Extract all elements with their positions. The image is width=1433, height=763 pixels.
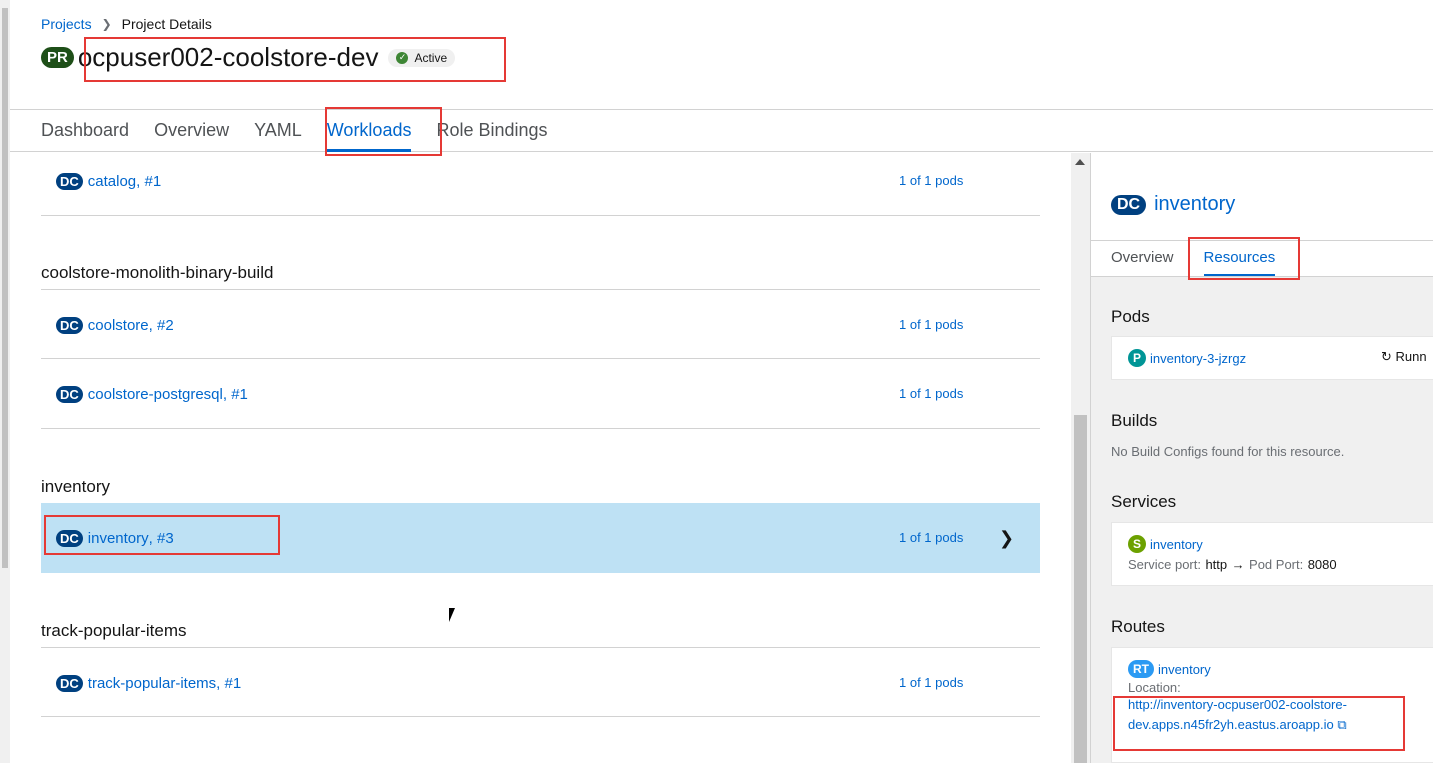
- chevron-right-icon[interactable]: ❯: [999, 503, 1014, 573]
- scroll-up-icon[interactable]: [1075, 159, 1085, 165]
- workload-name: DC coolstore-postgresql , #1: [56, 359, 248, 429]
- service-name-row: S inventory: [1128, 535, 1424, 553]
- workload-link-track-popular-items[interactable]: track-popular-items: [88, 675, 216, 692]
- left-scrollbar-thumb[interactable]: [2, 8, 8, 568]
- pods-link[interactable]: 1 of 1 pods: [899, 648, 963, 718]
- highlight-resources-tab: [1188, 237, 1300, 280]
- highlight-route-url: [1113, 696, 1405, 751]
- breadcrumb-projects-link[interactable]: Projects: [41, 16, 92, 32]
- pod-port-value: 8080: [1307, 557, 1337, 572]
- workload-revision[interactable]: , #1: [223, 386, 248, 403]
- dc-badge: DC: [56, 316, 83, 334]
- tab-yaml[interactable]: YAML: [254, 110, 302, 152]
- side-panel-title: DC inventory: [1111, 193, 1235, 216]
- pods-link[interactable]: 1 of 1 pods: [899, 503, 963, 573]
- service-link[interactable]: inventory: [1150, 537, 1203, 552]
- workload-name: DC catalog , #1: [56, 153, 161, 216]
- pods-link[interactable]: 1 of 1 pods: [899, 359, 963, 429]
- workload-revision[interactable]: , #1: [216, 675, 241, 692]
- sync-icon: ↻: [1381, 349, 1392, 364]
- main-scrollbar[interactable]: [1071, 153, 1090, 763]
- pod-link[interactable]: inventory-3-jzrgz: [1150, 351, 1246, 366]
- list-item[interactable]: DC coolstore , #2 1 of 1 pods: [41, 289, 1040, 359]
- route-location-label: Location:: [1128, 680, 1181, 695]
- side-tab-overview[interactable]: Overview: [1111, 241, 1174, 276]
- tab-dashboard[interactable]: Dashboard: [41, 110, 129, 152]
- section-heading-pods: Pods: [1111, 307, 1150, 326]
- service-port-value: http: [1205, 557, 1228, 572]
- service-card: S inventory Service port: http → Pod Por…: [1111, 522, 1433, 586]
- project-tabs: Dashboard Overview YAML Workloads Role B…: [10, 110, 1433, 152]
- section-heading-routes: Routes: [1111, 617, 1165, 636]
- project-badge: PR: [41, 47, 74, 68]
- builds-empty-text: No Build Configs found for this resource…: [1111, 444, 1345, 459]
- workload-revision[interactable]: , #2: [149, 317, 174, 334]
- route-link[interactable]: inventory: [1158, 662, 1211, 677]
- tab-overview[interactable]: Overview: [154, 110, 229, 152]
- side-panel-title-link[interactable]: inventory: [1154, 193, 1235, 216]
- group-title: track-popular-items: [41, 621, 187, 640]
- workload-revision[interactable]: , #1: [136, 173, 161, 190]
- pod-port-label: Pod Port:: [1249, 557, 1304, 572]
- service-port-label: Service port:: [1128, 557, 1201, 572]
- tab-role-bindings[interactable]: Role Bindings: [436, 110, 547, 152]
- route-badge: RT: [1128, 660, 1154, 678]
- highlight-project-title: [84, 37, 506, 82]
- chevron-right-icon: ❯: [101, 17, 112, 31]
- service-ports: Service port: http → Pod Port: 8080: [1128, 556, 1424, 574]
- list-item[interactable]: DC track-popular-items , #1 1 of 1 pods: [41, 647, 1040, 717]
- pod-status: ↻ Runn: [1381, 349, 1427, 365]
- breadcrumb: Projects ❯ Project Details: [41, 16, 212, 32]
- group-title: coolstore-monolith-binary-build: [41, 263, 274, 282]
- pods-link[interactable]: 1 of 1 pods: [899, 153, 963, 216]
- left-scrollbar[interactable]: [0, 0, 10, 763]
- workload-link-coolstore[interactable]: coolstore: [88, 317, 149, 334]
- service-badge: S: [1128, 535, 1147, 553]
- breadcrumb-current: Project Details: [121, 16, 212, 32]
- section-heading-builds: Builds: [1111, 411, 1158, 430]
- pod-badge: P: [1128, 349, 1147, 367]
- workloads-list: DC catalog , #1 1 of 1 pods coolstore-mo…: [10, 153, 1071, 763]
- dc-badge: DC: [1111, 194, 1147, 215]
- group-title: inventory: [41, 477, 110, 496]
- scrollbar-thumb[interactable]: [1074, 415, 1087, 763]
- highlight-workloads-tab: [325, 107, 442, 156]
- side-panel-body: Pods P inventory-3-jzrgz ↻ Runn Builds N…: [1091, 277, 1433, 763]
- dc-badge: DC: [56, 172, 83, 190]
- list-item[interactable]: DC catalog , #1 1 of 1 pods: [41, 153, 1040, 216]
- dc-badge: DC: [56, 674, 83, 692]
- workload-link-coolstore-postgresql[interactable]: coolstore-postgresql: [88, 386, 223, 403]
- mouse-cursor: [449, 608, 455, 622]
- pods-link[interactable]: 1 of 1 pods: [899, 290, 963, 360]
- list-item[interactable]: DC coolstore-postgresql , #1 1 of 1 pods: [41, 359, 1040, 429]
- route-name-row: RT inventory: [1128, 660, 1424, 678]
- pod-card: P inventory-3-jzrgz ↻ Runn: [1111, 336, 1433, 380]
- workload-name: DC track-popular-items , #1: [56, 648, 241, 718]
- arrow-right-icon: →: [1231, 557, 1245, 572]
- pod-status-text: Runn: [1395, 349, 1427, 364]
- dc-badge: DC: [56, 385, 83, 403]
- workload-link-catalog[interactable]: catalog: [88, 173, 136, 190]
- highlight-inventory-row: [44, 515, 280, 555]
- workload-name: DC coolstore , #2: [56, 290, 174, 360]
- section-heading-services: Services: [1111, 492, 1177, 511]
